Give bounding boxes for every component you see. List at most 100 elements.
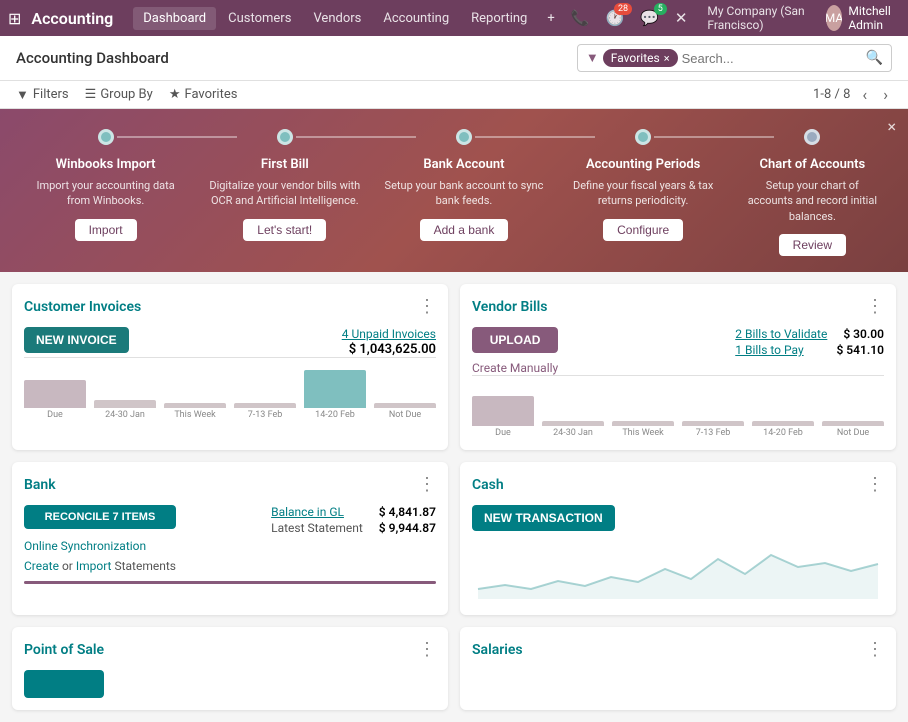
bar [24, 380, 86, 408]
chat-icon[interactable]: 💬 5 [636, 7, 663, 29]
user-name: Mitchell Admin [848, 4, 900, 32]
step-btn-2[interactable]: Let's start! [243, 219, 326, 241]
vendor-bills-card: Vendor Bills ⋮ UPLOAD Create Manually 2 … [460, 284, 896, 450]
onboarding-banner: × Winbooks Import Import your accounting… [0, 109, 908, 272]
bills-to-pay-amount: $ 541.10 [836, 343, 884, 357]
favorites-filter-tag[interactable]: Favorites × [603, 49, 678, 67]
bank-menu[interactable]: ⋮ [418, 474, 436, 495]
or-text: or [62, 559, 76, 573]
nav-customers[interactable]: Customers [218, 7, 301, 30]
grid-icon[interactable]: ⊞ [8, 9, 21, 28]
bar-label: 7-13 Feb [696, 428, 731, 438]
customer-invoices-content: NEW INVOICE 4 Unpaid Invoices $ 1,043,62… [24, 327, 436, 357]
step-desc-2: Digitalize your vendor bills with OCR an… [205, 178, 365, 209]
group-by-icon: ☰ [85, 87, 97, 102]
bar-group: Not Due [374, 403, 436, 420]
bar-label: Due [47, 410, 63, 420]
dashboard-grid: Customer Invoices ⋮ NEW INVOICE 4 Unpaid… [0, 272, 908, 722]
nav-add-icon[interactable]: + [539, 7, 562, 30]
new-transaction-button[interactable]: NEW TRANSACTION [472, 505, 615, 531]
pager-prev[interactable]: ‹ [858, 85, 871, 104]
pos-btn-placeholder [24, 670, 104, 698]
filter-tag-label: Favorites [611, 51, 660, 65]
bills-to-validate-amount: $ 30.00 [843, 327, 884, 341]
salaries-card: Salaries ⋮ [460, 627, 896, 710]
salaries-header: Salaries ⋮ [472, 639, 884, 660]
step-btn-3[interactable]: Add a bank [420, 219, 509, 241]
step-desc-1: Import your accounting data from Winbook… [26, 178, 186, 209]
point-of-sale-card: Point of Sale ⋮ [12, 627, 448, 710]
phone-icon[interactable]: 📞 [567, 7, 594, 29]
bar [752, 421, 814, 426]
cash-title: Cash [472, 477, 504, 493]
bar-label: This Week [622, 428, 663, 438]
vendor-bills-title: Vendor Bills [472, 299, 547, 315]
step-title-5: Chart of Accounts [759, 157, 865, 172]
step-btn-5[interactable]: Review [779, 234, 846, 256]
onboarding-step-2: First Bill Digitalize your vendor bills … [205, 129, 365, 241]
new-invoice-button[interactable]: NEW INVOICE [24, 327, 129, 353]
nav-accounting[interactable]: Accounting [373, 7, 459, 30]
nav-vendors[interactable]: Vendors [303, 7, 371, 30]
bills-to-validate-link[interactable]: 2 Bills to Validate [735, 327, 827, 341]
pos-menu[interactable]: ⋮ [418, 639, 436, 660]
clock-icon[interactable]: 🕐 28 [601, 7, 628, 29]
close-icon[interactable]: ✕ [671, 7, 692, 29]
filter-bar: ▼ Filters ☰ Group By ★ Favorites 1-8 / 8… [0, 81, 908, 109]
search-submit-icon[interactable]: 🔍 [866, 50, 883, 66]
cash-menu[interactable]: ⋮ [866, 474, 884, 495]
balance-gl-label[interactable]: Balance in GL [271, 505, 344, 519]
search-input[interactable] [682, 51, 858, 66]
create-link[interactable]: Create [24, 559, 59, 573]
nav-reporting[interactable]: Reporting [461, 7, 537, 30]
bar-group: 7-13 Feb [234, 403, 296, 420]
vendor-bills-stats: 2 Bills to Validate $ 30.00 1 Bills to P… [735, 327, 884, 357]
step-btn-1[interactable]: Import [75, 219, 137, 241]
nav-dashboard[interactable]: Dashboard [133, 7, 216, 30]
user-menu[interactable]: MA Mitchell Admin [826, 4, 900, 32]
bar [542, 421, 604, 426]
cash-card-header: Cash ⋮ [472, 474, 884, 495]
balance-gl-amount: $ 4,841.87 [379, 505, 436, 519]
step-dot-5 [804, 129, 820, 145]
avatar: MA [826, 5, 843, 31]
vendor-bills-chart: Due24-30 JanThis Week7-13 Feb14-20 FebNo… [472, 375, 884, 438]
nav-right: 📞 🕐 28 💬 5 ✕ My Company (San Francisco) … [567, 2, 900, 34]
group-by-button[interactable]: ☰ Group By [85, 87, 153, 102]
bar-label: This Week [174, 410, 215, 420]
bank-card: Bank ⋮ RECONCILE 7 ITEMS Online Synchron… [12, 462, 448, 615]
online-sync-link[interactable]: Online Synchronization [24, 539, 176, 553]
vendor-bills-actions: UPLOAD Create Manually [472, 327, 558, 375]
upload-button[interactable]: UPLOAD [472, 327, 558, 353]
step-title-1: Winbooks Import [56, 157, 156, 172]
onboarding-steps: Winbooks Import Import your accounting d… [16, 129, 892, 256]
pager-count: 1-8 / 8 [813, 87, 850, 102]
salaries-menu[interactable]: ⋮ [866, 639, 884, 660]
step-title-3: Bank Account [423, 157, 504, 172]
cash-line-chart [472, 539, 884, 599]
bar-group: This Week [612, 421, 674, 438]
onboarding-step-4: Accounting Periods Define your fiscal ye… [563, 129, 723, 241]
vendor-bills-menu[interactable]: ⋮ [866, 296, 884, 317]
unpaid-link[interactable]: 4 Unpaid Invoices [342, 327, 436, 341]
step-desc-4: Define your fiscal years & tax returns p… [563, 178, 723, 209]
onboarding-step-5: Chart of Accounts Setup your chart of ac… [742, 129, 882, 256]
filters-button[interactable]: ▼ Filters [16, 87, 69, 103]
onboarding-close[interactable]: × [887, 117, 896, 136]
create-manually-link[interactable]: Create Manually [472, 361, 558, 375]
unpaid-invoices-label[interactable]: 4 Unpaid Invoices [342, 327, 436, 342]
filter-tag-close[interactable]: × [664, 52, 670, 65]
reconcile-button[interactable]: RECONCILE 7 ITEMS [24, 505, 176, 529]
vendor-bills-header: Vendor Bills ⋮ [472, 296, 884, 317]
customer-invoices-stats: 4 Unpaid Invoices $ 1,043,625.00 [342, 327, 436, 357]
bar-group: 14-20 Feb [304, 370, 366, 420]
customer-invoices-menu[interactable]: ⋮ [418, 296, 436, 317]
step-btn-4[interactable]: Configure [603, 219, 683, 241]
pager-next[interactable]: › [879, 85, 892, 104]
breadcrumb: Accounting Dashboard [16, 49, 577, 67]
favorites-button[interactable]: ★ Favorites [169, 87, 238, 102]
bar [234, 403, 296, 408]
bills-to-pay-link[interactable]: 1 Bills to Pay [735, 343, 803, 357]
bar [164, 403, 226, 408]
import-link[interactable]: Import [76, 559, 112, 573]
